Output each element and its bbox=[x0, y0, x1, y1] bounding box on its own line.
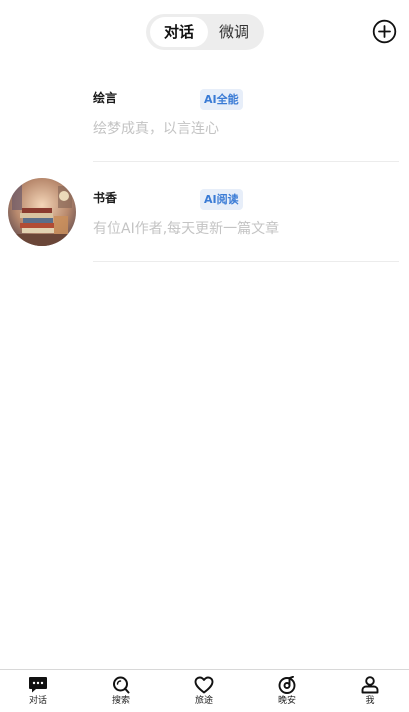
conversation-item[interactable]: 书香 AI阅读 有位AI作者,每天更新一篇文章 bbox=[0, 162, 409, 262]
nav-label: 晚安 bbox=[277, 696, 296, 706]
search-icon bbox=[113, 676, 130, 694]
conversation-name: 绘言 bbox=[93, 91, 118, 105]
nav-label: 旅途 bbox=[194, 696, 213, 706]
nav-item-chat[interactable]: 对话 bbox=[16, 676, 60, 707]
tab-chat[interactable]: 对话 bbox=[150, 17, 208, 47]
category-badge: AI全能 bbox=[200, 89, 243, 110]
conversation-description: 绘梦成真，以言连心 bbox=[93, 121, 219, 137]
nav-label: 对话 bbox=[28, 696, 47, 706]
nav-item-journey[interactable]: 旅途 bbox=[182, 676, 226, 707]
plus-circle-icon bbox=[372, 19, 397, 44]
conversation-item[interactable]: 绘言 AI全能 绘梦成真，以言连心 bbox=[0, 62, 409, 162]
top-bar: 对话 微调 bbox=[0, 0, 409, 62]
chat-bubble-icon bbox=[29, 677, 47, 693]
app-root: 对话 微调 绘言 AI全能 绘梦成真，以言连心 书香 AI阅读 有位AI作者,每… bbox=[0, 0, 409, 712]
bookshelf-illustration bbox=[8, 178, 76, 246]
add-button[interactable] bbox=[372, 19, 397, 44]
tab-finetune[interactable]: 微调 bbox=[208, 17, 260, 47]
nav-label: 我 bbox=[365, 696, 375, 706]
heart-icon bbox=[194, 676, 214, 694]
nav-item-me[interactable]: 我 bbox=[348, 676, 392, 707]
avatar[interactable] bbox=[8, 178, 76, 246]
divider bbox=[93, 261, 399, 262]
person-icon bbox=[361, 676, 379, 694]
music-disc-icon bbox=[278, 676, 296, 694]
bottom-nav: 对话 搜索 旅途 晚安 我 bbox=[0, 669, 409, 712]
mode-segmented-control: 对话 微调 bbox=[146, 14, 264, 50]
conversation-description: 有位AI作者,每天更新一篇文章 bbox=[93, 221, 280, 237]
nav-item-goodnight[interactable]: 晚安 bbox=[265, 676, 309, 707]
nav-label: 搜索 bbox=[111, 696, 130, 706]
category-badge: AI阅读 bbox=[200, 189, 243, 210]
nav-item-search[interactable]: 搜索 bbox=[99, 676, 143, 707]
conversation-name: 书香 bbox=[93, 191, 118, 205]
